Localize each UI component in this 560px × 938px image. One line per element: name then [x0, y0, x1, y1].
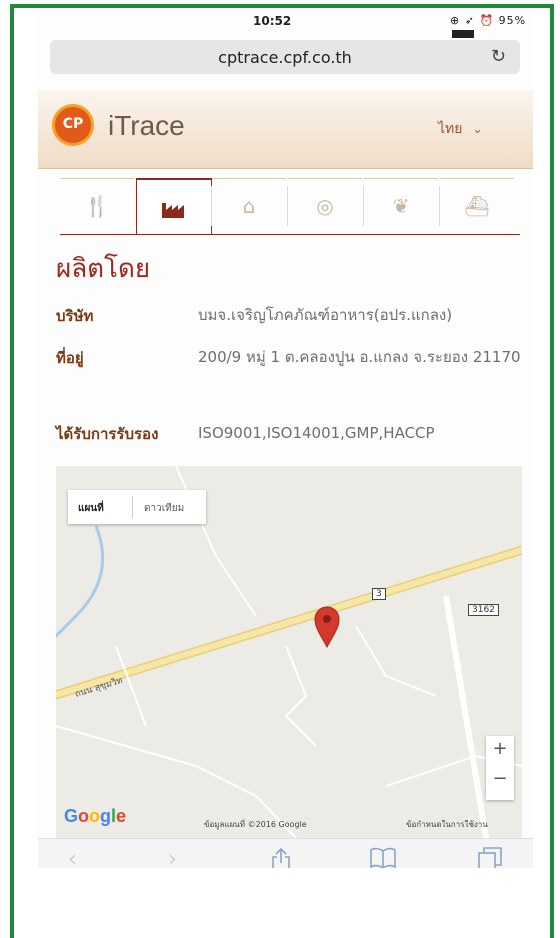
- tab-feed[interactable]: ❦: [364, 178, 438, 233]
- battery-percent: 95%: [498, 14, 527, 27]
- globe-icon: ◎: [316, 194, 334, 218]
- map-pin-icon[interactable]: [314, 606, 340, 648]
- screenshot-frame: 10:52 ⊕ ➶ ⏰ 95% cptrace.cpf.co.th ↻ CP i…: [0, 0, 560, 938]
- fork-knife-icon: 🍴: [84, 194, 110, 218]
- address-bar[interactable]: cptrace.cpf.co.th ↻: [50, 40, 520, 74]
- zoom-out-button[interactable]: −: [486, 768, 514, 789]
- tab-shipping[interactable]: ⛴: [440, 178, 514, 233]
- certification-label: ได้รับการรับรอง: [56, 425, 159, 443]
- road-number-badge: 3162: [468, 604, 499, 616]
- cp-logo: CP: [52, 104, 94, 146]
- farm-house-icon: ⌂: [242, 194, 256, 218]
- section-title: ผลิตโดย: [56, 254, 151, 284]
- browser-toolbar: ‹ ›: [38, 838, 533, 868]
- brand-name: iTrace: [108, 110, 185, 141]
- language-selector[interactable]: ไทย ⌄: [438, 118, 483, 140]
- chevron-down-icon[interactable]: ⌄: [472, 122, 482, 136]
- leaf-icon: ❦: [392, 194, 410, 218]
- tabs-icon[interactable]: [478, 847, 502, 868]
- logo-text: CP: [62, 116, 84, 132]
- zoom-control: + −: [486, 736, 514, 800]
- status-bar: 10:52 ⊕ ➶ ⏰ 95%: [38, 8, 533, 38]
- status-indicators: ⊕ ➶ ⏰ 95%: [450, 14, 533, 40]
- company-label: บริษัท: [56, 307, 94, 325]
- status-time: 10:52: [253, 14, 292, 28]
- map-type-map-button[interactable]: แผนที่: [78, 501, 104, 516]
- frame-border-right: [550, 4, 554, 938]
- location-icon: ➶: [464, 14, 475, 27]
- url-text[interactable]: cptrace.cpf.co.th: [50, 48, 520, 67]
- map-copyright: ข้อมูลแผนที่ ©2016 Google: [204, 820, 307, 829]
- reload-icon[interactable]: ↻: [491, 46, 506, 67]
- tab-factory[interactable]: [136, 178, 212, 234]
- zoom-in-button[interactable]: +: [486, 738, 514, 759]
- map-type-separator: [132, 496, 133, 518]
- frame-border-left: [10, 4, 14, 938]
- ship-icon: ⛴: [464, 194, 490, 218]
- app-header: CP iTrace ไทย ⌄: [38, 90, 533, 169]
- map-type-satellite-button[interactable]: ดาวเทียม: [144, 501, 184, 516]
- certification-value: ISO9001,ISO14001,GMP,HACCP: [198, 424, 435, 442]
- location-map[interactable]: แผนที่ ดาวเทียม 3 3162 ถนน สุขุมวิท + − …: [56, 466, 522, 838]
- bookmarks-icon[interactable]: [370, 847, 396, 868]
- address-label: ที่อยู่: [56, 349, 84, 367]
- tab-restaurant[interactable]: 🍴: [60, 178, 134, 233]
- alarm-icon: ⏰: [479, 14, 495, 27]
- language-label[interactable]: ไทย: [438, 121, 462, 137]
- battery-icon: [452, 30, 474, 38]
- back-icon[interactable]: ‹: [68, 847, 77, 868]
- tabs-underline: [60, 234, 520, 235]
- lock-rotation-icon: ⊕: [450, 14, 461, 27]
- google-logo: Google: [64, 806, 127, 826]
- phone-screen: 10:52 ⊕ ➶ ⏰ 95% cptrace.cpf.co.th ↻ CP i…: [38, 8, 533, 868]
- road-number-badge: 3: [372, 588, 386, 600]
- company-value: บมจ.เจริญโภคภัณฑ์อาหาร(อปร.แกลง): [198, 306, 453, 324]
- map-type-toggle: แผนที่ ดาวเทียม: [68, 490, 206, 524]
- share-icon[interactable]: [270, 847, 292, 868]
- address-value: 200/9 หมู่ 1 ต.คลองปูน อ.แกลง จ.ระยอง 21…: [198, 348, 521, 366]
- tab-farm[interactable]: ⌂: [212, 178, 286, 233]
- factory-icon: [162, 202, 184, 218]
- tab-bar: 🍴 ⌂ ◎ ❦ ⛴: [60, 178, 520, 236]
- map-terms-link[interactable]: ข้อกำหนดในการใช้งาน: [406, 818, 488, 831]
- forward-icon[interactable]: ›: [168, 847, 177, 868]
- tab-globe[interactable]: ◎: [288, 178, 362, 233]
